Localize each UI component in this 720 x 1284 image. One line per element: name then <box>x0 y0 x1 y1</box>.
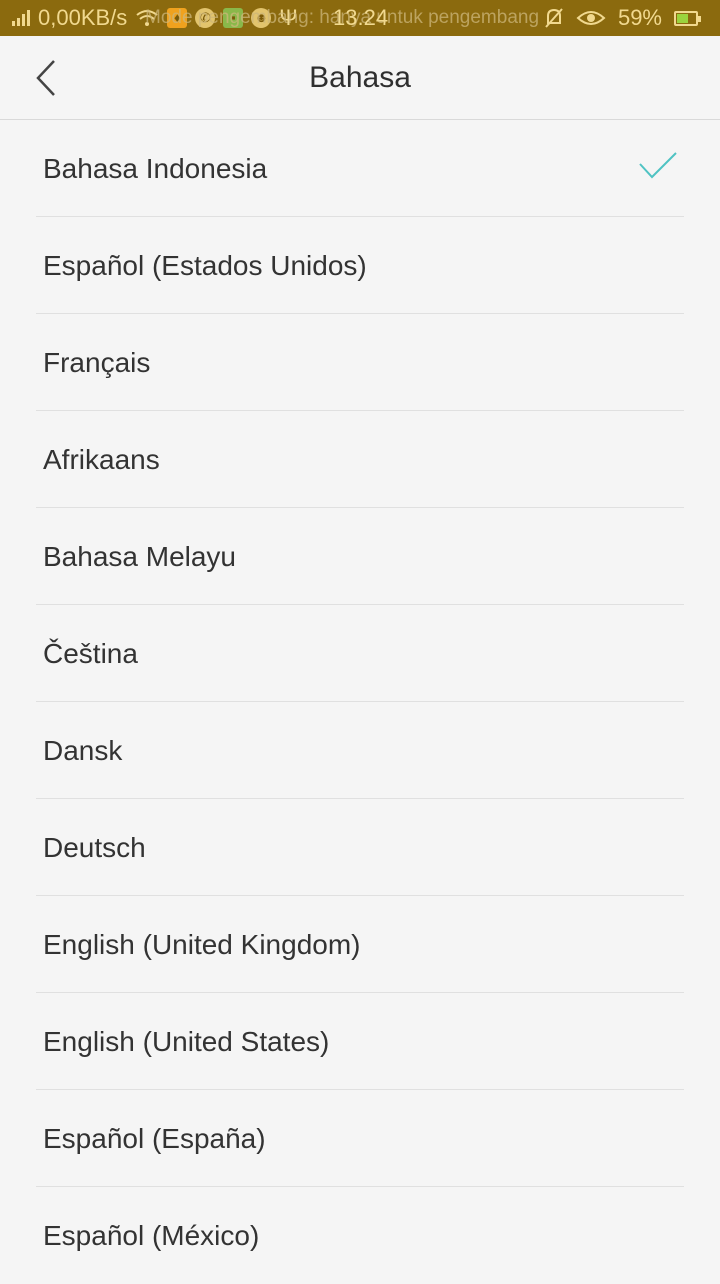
clock: 13.24 <box>333 5 389 30</box>
language-label: English (United Kingdom) <box>43 929 361 960</box>
language-label: English (United States) <box>43 1026 330 1057</box>
language-label: Bahasa Melayu <box>43 541 237 572</box>
language-label: Español (España) <box>43 1123 266 1154</box>
language-item[interactable]: Afrikaans <box>36 411 684 508</box>
signal-icon <box>12 10 30 26</box>
status-bar: 0,00KB/s ♦ ✆ ▪ ☻ Ψ Mode pengembang: hany… <box>0 0 720 36</box>
network-speed: 0,00KB/s <box>38 5 128 30</box>
language-item[interactable]: Čeština <box>36 605 684 702</box>
eye-icon <box>576 11 606 25</box>
language-label: Čeština <box>43 638 138 669</box>
language-item[interactable]: Bahasa Melayu <box>36 508 684 605</box>
language-item[interactable]: Español (México) <box>36 1187 684 1284</box>
language-item[interactable]: Dansk <box>36 702 684 799</box>
language-item[interactable]: Français <box>36 314 684 411</box>
language-label: Français <box>43 347 151 378</box>
status-right: 59% <box>544 0 701 36</box>
app-header: Bahasa <box>0 36 720 120</box>
language-item[interactable]: Español (España) <box>36 1090 684 1187</box>
language-item[interactable]: English (United States) <box>36 993 684 1090</box>
battery-level <box>677 13 688 23</box>
language-label: Español (México) <box>43 1220 260 1251</box>
language-item[interactable]: Español (Estados Unidos) <box>36 217 684 314</box>
page-title: Bahasa <box>309 61 411 94</box>
language-item[interactable]: Bahasa Indonesia <box>36 120 684 217</box>
language-label: Afrikaans <box>43 444 160 475</box>
language-item[interactable]: Deutsch <box>36 799 684 896</box>
language-label: Bahasa Indonesia <box>43 153 268 184</box>
language-item[interactable]: English (United Kingdom) <box>36 896 684 993</box>
battery-percent: 59% <box>617 5 662 30</box>
language-list: Bahasa Indonesia Español (Estados Unidos)… <box>0 120 720 1284</box>
battery-icon <box>674 10 701 26</box>
checkmark-icon <box>639 152 677 179</box>
language-label: Español (Estados Unidos) <box>43 250 367 281</box>
language-label: Deutsch <box>43 832 146 863</box>
mute-icon <box>545 8 563 28</box>
language-label: Dansk <box>43 735 123 766</box>
